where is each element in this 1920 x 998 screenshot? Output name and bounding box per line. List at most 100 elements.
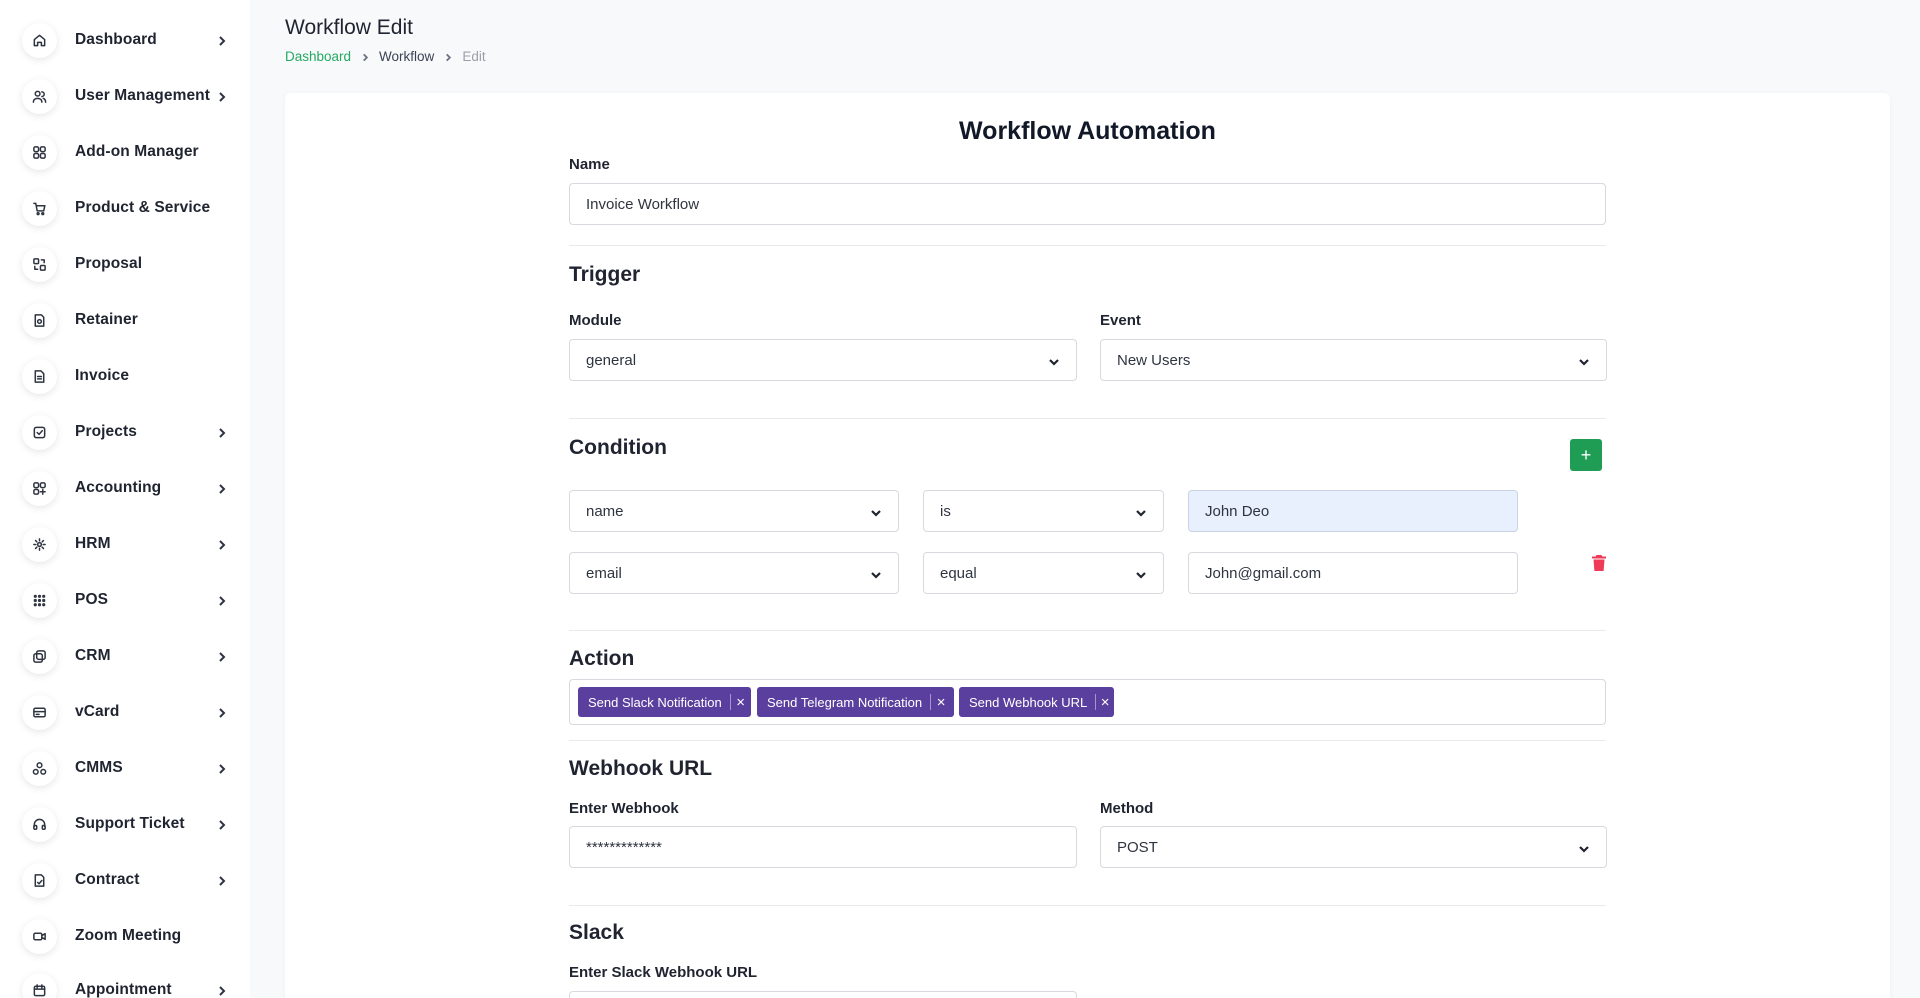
condition-value-input[interactable]: John@gmail.com	[1188, 552, 1518, 594]
home-icon	[22, 22, 57, 58]
invoice-icon	[22, 358, 57, 394]
name-label: Name	[569, 156, 610, 173]
sidebar-item-user-management[interactable]: User Management	[0, 68, 250, 124]
chevron-right-icon	[216, 818, 228, 830]
chevron-right-icon	[434, 50, 462, 64]
chevron-down-icon	[1578, 842, 1590, 854]
module-select[interactable]: general	[569, 339, 1077, 381]
sidebar-item-dashboard[interactable]: Dashboard	[0, 12, 250, 68]
condition-value-text: John Deo	[1205, 502, 1270, 520]
sidebar-item-label: POS	[75, 591, 109, 608]
sidebar-item-label: vCard	[75, 703, 120, 720]
sidebar-item-appointment[interactable]: Appointment	[0, 962, 250, 998]
event-select[interactable]: New Users	[1100, 339, 1607, 381]
sidebar-item-accounting[interactable]: Accounting	[0, 460, 250, 516]
chevron-right-icon	[216, 426, 228, 438]
sidebar-item-product-service[interactable]: Product & Service	[0, 180, 250, 236]
sidebar-item-support-ticket[interactable]: Support Ticket	[0, 796, 250, 852]
cart-icon	[22, 190, 57, 226]
condition-field-value: email	[586, 564, 622, 582]
condition-value-input[interactable]: John Deo	[1188, 490, 1518, 532]
remove-tag-icon[interactable]: ×	[731, 694, 751, 711]
method-select-value: POST	[1117, 838, 1158, 856]
breadcrumb-dashboard-link[interactable]: Dashboard	[285, 49, 351, 64]
trash-icon[interactable]	[1591, 554, 1607, 572]
sidebar-item-retainer[interactable]: Retainer	[0, 292, 250, 348]
sidebar-item-cmms[interactable]: CMMS	[0, 740, 250, 796]
action-section-title: Action	[569, 647, 635, 670]
form-title: Workflow Automation	[959, 117, 1216, 145]
apps-icon	[22, 470, 57, 506]
sidebar-item-label: Dashboard	[75, 31, 157, 48]
sidebar-item-contract[interactable]: Contract	[0, 852, 250, 908]
sidebar-item-projects[interactable]: Projects	[0, 404, 250, 460]
add-condition-button[interactable]: +	[1570, 439, 1602, 471]
hrm-icon	[22, 526, 57, 562]
divider	[569, 245, 1606, 246]
breadcrumb-current: Edit	[462, 49, 486, 64]
sidebar-item-proposal[interactable]: Proposal	[0, 236, 250, 292]
chevron-down-icon	[870, 568, 882, 580]
sidebar-item-label: Zoom Meeting	[75, 927, 182, 944]
sidebar-item-label: Appointment	[75, 981, 172, 998]
webhook-url-input[interactable]: *************	[569, 826, 1077, 868]
divider	[569, 905, 1606, 906]
chevron-right-icon	[216, 594, 228, 606]
sidebar-item-label: Product & Service	[75, 199, 211, 216]
sidebar-item-label: CMMS	[75, 759, 123, 776]
condition-field-select[interactable]: name	[569, 490, 899, 532]
condition-operator-select[interactable]: is	[923, 490, 1164, 532]
sidebar-item-crm[interactable]: CRM	[0, 628, 250, 684]
chevron-down-icon	[1048, 355, 1060, 367]
sidebar-item-label: Accounting	[75, 479, 162, 496]
condition-field-value: name	[586, 502, 624, 520]
chevron-right-icon	[216, 90, 228, 102]
method-label: Method	[1100, 800, 1154, 817]
remove-tag-icon[interactable]: ×	[1096, 694, 1114, 711]
users-icon	[22, 78, 57, 114]
chevron-right-icon	[216, 482, 228, 494]
condition-field-select[interactable]: email	[569, 552, 899, 594]
webhook-section-title: Webhook URL	[569, 757, 713, 780]
chevron-right-icon	[216, 538, 228, 550]
chevron-right-icon	[351, 50, 379, 64]
sidebar-item-hrm[interactable]: HRM	[0, 516, 250, 572]
sidebar-item-label: Proposal	[75, 255, 143, 272]
sidebar-item-label: Projects	[75, 423, 137, 440]
sidebar-item-label: Add-on Manager	[75, 143, 199, 160]
method-select[interactable]: POST	[1100, 826, 1607, 868]
sidebar-item-vcard[interactable]: vCard	[0, 684, 250, 740]
slack-url-input[interactable]	[569, 991, 1077, 998]
breadcrumb-workflow-link[interactable]: Workflow	[379, 49, 434, 64]
name-input[interactable]: Invoice Workflow	[569, 183, 1606, 225]
proposal-icon	[22, 246, 57, 282]
sidebar-item-addon-manager[interactable]: Add-on Manager	[0, 124, 250, 180]
chevron-right-icon	[216, 984, 228, 996]
retainer-icon	[22, 302, 57, 338]
remove-tag-icon[interactable]: ×	[931, 694, 951, 711]
sidebar-item-label: HRM	[75, 535, 111, 552]
crm-icon	[22, 638, 57, 674]
action-tag-label: Send Webhook URL	[969, 694, 1088, 710]
chevron-right-icon	[216, 762, 228, 774]
dots-grid-icon	[22, 582, 57, 618]
condition-operator-select[interactable]: equal	[923, 552, 1164, 594]
check-square-icon	[22, 414, 57, 450]
sidebar-item-label: Contract	[75, 871, 140, 888]
cmms-icon	[22, 750, 57, 786]
divider	[569, 630, 1606, 631]
condition-operator-value: equal	[940, 564, 977, 582]
sidebar-item-invoice[interactable]: Invoice	[0, 348, 250, 404]
name-input-value: Invoice Workflow	[586, 195, 700, 213]
action-multiselect[interactable]: Send Slack Notification × Send Telegram …	[569, 679, 1606, 725]
sidebar-item-label: Invoice	[75, 367, 130, 384]
sidebar-item-label: Support Ticket	[75, 815, 185, 832]
chevron-right-icon	[216, 706, 228, 718]
grid-icon	[22, 134, 57, 170]
breadcrumb: Dashboard Workflow Edit	[285, 49, 486, 64]
action-tag: Send Webhook URL ×	[959, 687, 1114, 717]
sidebar-item-zoom-meeting[interactable]: Zoom Meeting	[0, 908, 250, 964]
sidebar-item-pos[interactable]: POS	[0, 572, 250, 628]
sidebar-item-label: User Management	[75, 87, 211, 104]
contract-icon	[22, 862, 57, 898]
